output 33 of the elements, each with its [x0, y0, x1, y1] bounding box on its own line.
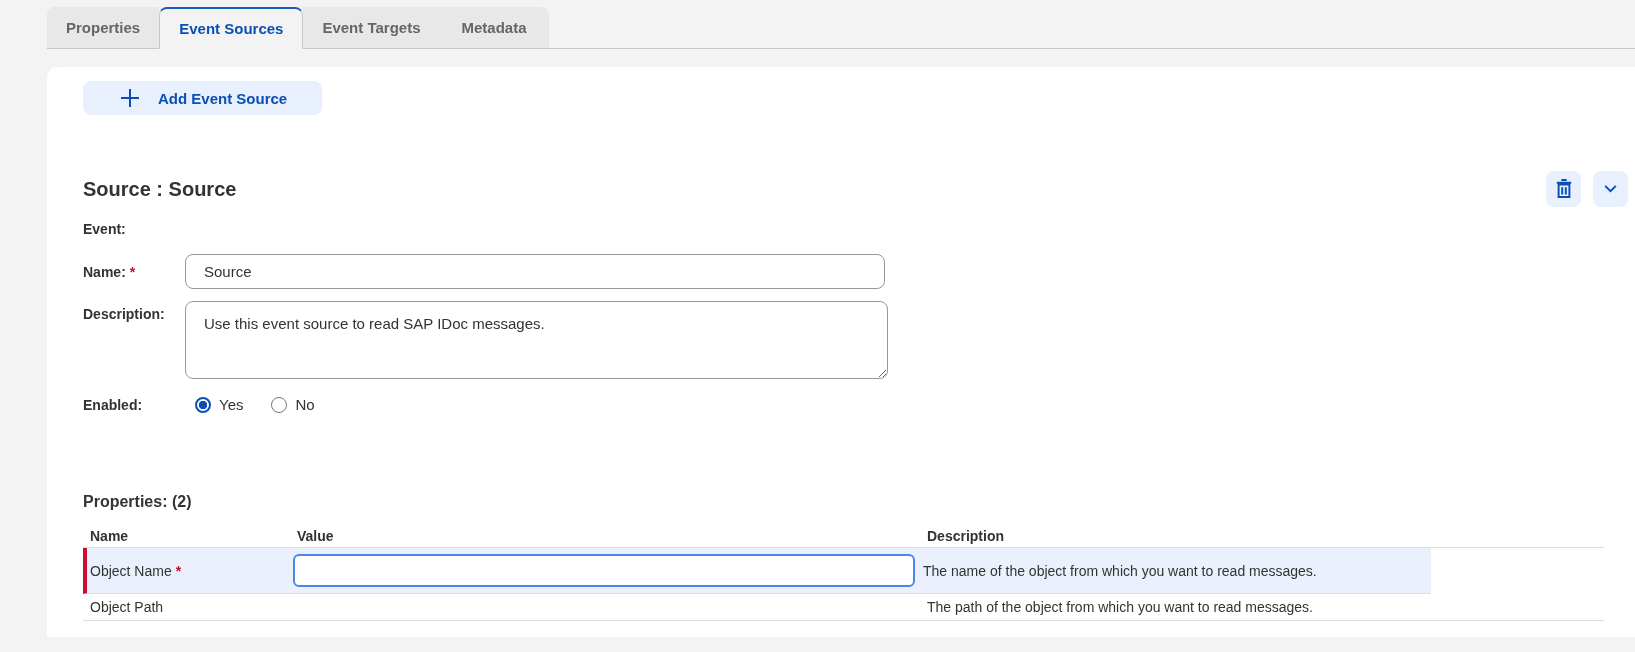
column-header: Name: [89, 528, 130, 544]
radio-option[interactable]: No: [271, 396, 315, 413]
plus-icon: [120, 88, 140, 108]
tab[interactable]: Event Targets: [303, 7, 440, 48]
radio-button[interactable]: [195, 396, 211, 413]
tab[interactable]: Event Sources: [159, 7, 304, 49]
table-row[interactable]: Object Path The path of the object from which you want to read messages.: [83, 594, 1604, 621]
table-row[interactable]: Object Name * The name of the object from which you want to read messages.: [83, 548, 1431, 594]
trash-icon: [1554, 179, 1573, 199]
field-label: Description:: [83, 306, 166, 322]
delete-button[interactable]: [1546, 171, 1581, 207]
column-header: Description: [926, 528, 1005, 544]
field-label: Enabled:: [83, 396, 144, 413]
expand-button[interactable]: [1593, 171, 1628, 207]
value-field[interactable]: [293, 554, 915, 587]
chevron-down-icon: [1604, 185, 1617, 193]
table-cell: The path of the object from which you want to read messages.: [927, 599, 1313, 615]
column-header: Value: [296, 528, 335, 544]
required-mark: *: [175, 562, 182, 579]
field-label: Name:: [83, 263, 126, 280]
radio-option[interactable]: Yes: [195, 396, 244, 413]
description-field[interactable]: Use this event source to read SAP IDoc messages.: [185, 301, 888, 379]
table-cell: The name of the object from which you want to read messages.: [923, 562, 1317, 579]
name-field[interactable]: Source: [185, 254, 885, 289]
table-cell: Object Name: [90, 562, 172, 579]
section-title: Properties: (2): [83, 493, 193, 511]
tab[interactable]: Metadata: [439, 7, 549, 48]
field-label: Event:: [83, 221, 127, 237]
table-cell: Object Path: [90, 599, 164, 615]
section-title: Source : Source: [83, 177, 237, 201]
add-event-source-button[interactable]: Add Event Source: [83, 81, 322, 115]
tab[interactable]: Properties: [47, 7, 160, 48]
required-mark: *: [129, 263, 136, 280]
